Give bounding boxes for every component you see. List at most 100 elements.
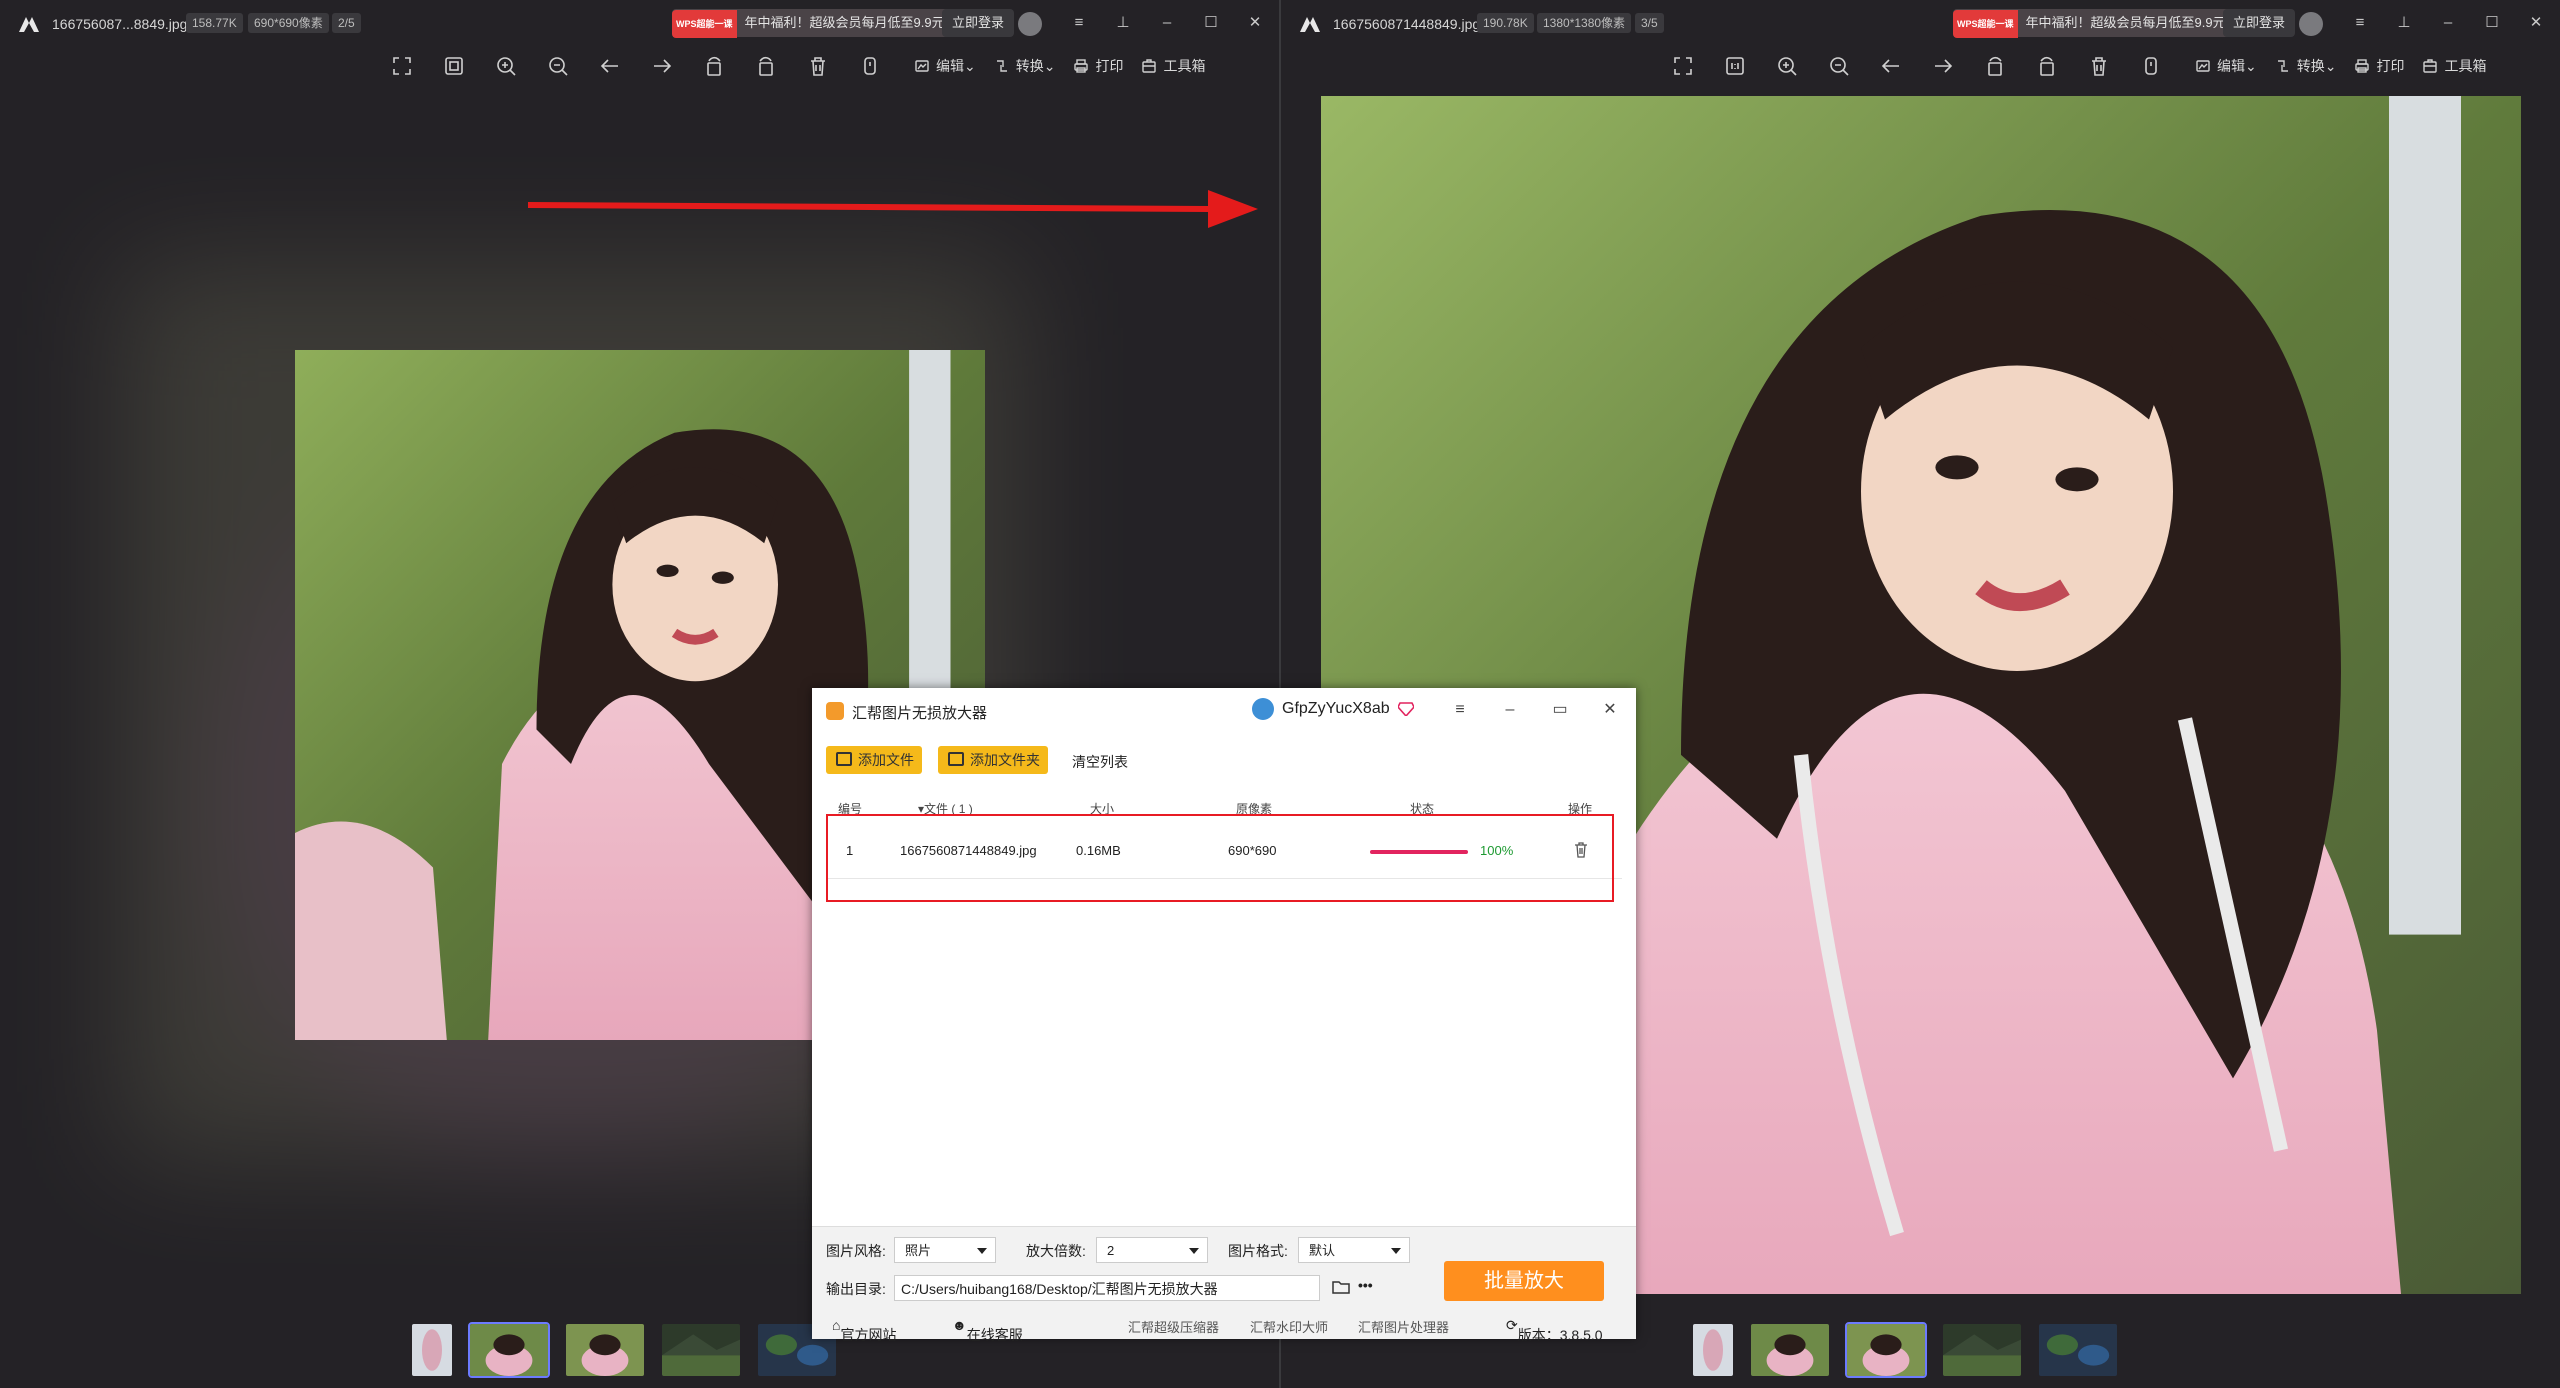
add-folder-button[interactable]: 添加文件夹 <box>938 746 1048 774</box>
upscaler-logo-icon <box>826 702 844 720</box>
rotate-right-icon[interactable] <box>2021 50 2073 82</box>
version-label: ⟳ 版本：3.8.5.0 <box>1506 1317 1603 1343</box>
minimize-icon[interactable]: – <box>1496 698 1524 722</box>
delete-icon[interactable] <box>2073 50 2125 82</box>
image-processor-link[interactable]: 汇帮图片处理器 <box>1358 1317 1449 1336</box>
scale-select[interactable]: 2 <box>1096 1237 1208 1263</box>
pin-icon[interactable]: ⊥ <box>2391 10 2417 36</box>
menu-icon[interactable]: ≡ <box>1446 698 1474 722</box>
app-titlebar: 汇帮图片无损放大器 GfpZyYucX8ab ≡ – ▭ ✕ <box>812 688 1636 732</box>
close-icon[interactable]: ✕ <box>1242 10 1268 36</box>
next-arrow-icon[interactable] <box>636 50 688 82</box>
version-text: 版本：3.8.5.0 <box>1517 1327 1603 1343</box>
edit-menu[interactable]: 编辑 ⌄ <box>2195 56 2257 76</box>
toolbox-button[interactable]: 工具箱 <box>2422 56 2486 76</box>
user-avatar-icon[interactable] <box>2299 12 2323 36</box>
fullscreen-icon[interactable] <box>376 50 428 82</box>
add-file-button[interactable]: 添加文件 <box>826 746 922 774</box>
maximize-icon[interactable]: ☐ <box>1198 10 1224 36</box>
format-select[interactable]: 默认 <box>1298 1237 1410 1263</box>
convert-menu[interactable]: 转换 ⌄ <box>2275 56 2336 76</box>
fullscreen-icon[interactable] <box>1657 50 1709 82</box>
login-button[interactable]: 立即登录 <box>942 9 1015 37</box>
rotate-left-icon[interactable] <box>688 50 740 82</box>
style-select[interactable]: 照片 <box>894 1237 996 1263</box>
thumbnail-3[interactable] <box>564 1322 646 1378</box>
minimize-icon[interactable]: – <box>1154 10 1180 36</box>
watermark-link[interactable]: 汇帮水印大师 <box>1250 1317 1328 1336</box>
next-arrow-icon[interactable] <box>1917 50 1969 82</box>
info-icon[interactable] <box>844 50 896 82</box>
website-link[interactable]: ⌂ 官方网站 <box>832 1317 896 1343</box>
maximize-icon[interactable]: ☐ <box>2479 10 2505 36</box>
settings-panel: 图片风格: 照片 放大倍数: 2 图片格式: 默认 输出目录: C:/Users… <box>812 1226 1636 1343</box>
clear-list-button[interactable]: 清空列表 <box>1072 752 1128 772</box>
style-value: 照片 <box>905 1243 932 1258</box>
right-thumbnail-strip <box>1691 1322 2119 1378</box>
info-icon[interactable] <box>2125 50 2177 82</box>
promo-text: 年中福利！超级会员每月低至9.9元 <box>2025 15 2226 30</box>
login-button[interactable]: 立即登录 <box>2223 9 2296 37</box>
minimize-icon[interactable]: – <box>2435 10 2461 36</box>
pin-icon[interactable]: ⊥ <box>1110 10 1136 36</box>
filename-label: 1667560871448849.jpg <box>1333 16 1481 32</box>
menu-icon[interactable]: ≡ <box>2347 10 2373 36</box>
batch-upscale-button[interactable]: 批量放大 <box>1444 1261 1604 1301</box>
edit-label: 编辑 <box>2217 58 2245 74</box>
zoom-out-icon[interactable] <box>1813 50 1865 82</box>
vip-diamond-icon <box>1397 702 1414 716</box>
app-title: 汇帮图片无损放大器 <box>852 705 988 722</box>
add-file-icon <box>836 752 852 766</box>
scale-label: 放大倍数: <box>1026 1243 1086 1259</box>
delete-icon[interactable] <box>792 50 844 82</box>
folder-icon[interactable] <box>1332 1279 1350 1295</box>
actual-size-icon[interactable] <box>1709 50 1761 82</box>
maximize-icon[interactable]: ▭ <box>1546 698 1574 722</box>
right-toolbar: 编辑 ⌄ 转换 ⌄ 打印 工具箱 <box>1657 50 2486 82</box>
zoom-out-icon[interactable] <box>532 50 584 82</box>
thumbnail-1[interactable] <box>410 1322 454 1378</box>
previous-arrow-icon[interactable] <box>584 50 636 82</box>
output-label: 输出目录: <box>826 1281 886 1297</box>
user-info[interactable]: GfpZyYucX8ab <box>1252 698 1414 720</box>
thumbnail-2[interactable] <box>1749 1322 1831 1378</box>
website-label: 官方网站 <box>840 1327 897 1343</box>
toolbox-button[interactable]: 工具箱 <box>1141 56 1205 76</box>
output-path-field[interactable]: C:/Users/huibang168/Desktop/汇帮图片无损放大器 <box>894 1275 1320 1301</box>
thumbnail-4[interactable] <box>660 1322 742 1378</box>
format-value: 默认 <box>1309 1243 1336 1258</box>
rotate-left-icon[interactable] <box>1969 50 2021 82</box>
close-icon[interactable]: ✕ <box>2523 10 2549 36</box>
wps-badge: WPS超能一课 <box>1953 10 2018 38</box>
left-titlebar: 166756087...8849.jpg 158.77K 690*690像素 2… <box>0 0 1279 48</box>
promo-banner[interactable]: WPS超能一课 年中福利！超级会员每月低至9.9元 <box>1953 9 2240 38</box>
service-label: 在线客服 <box>966 1327 1023 1343</box>
convert-menu[interactable]: 转换 ⌄ <box>994 56 1055 76</box>
user-avatar-icon[interactable] <box>1018 12 1042 36</box>
red-arrow-annotation <box>528 190 1258 228</box>
thumbnail-5[interactable] <box>2037 1322 2119 1378</box>
print-button[interactable]: 打印 <box>2354 56 2404 76</box>
print-label: 打印 <box>1095 58 1124 74</box>
menu-icon[interactable]: ≡ <box>1066 10 1092 36</box>
thumbnail-1[interactable] <box>1691 1322 1735 1378</box>
index-badge: 2/5 <box>332 13 361 33</box>
edit-menu[interactable]: 编辑 ⌄ <box>914 56 976 76</box>
convert-label: 转换 <box>2296 58 2325 74</box>
zoom-in-icon[interactable] <box>1761 50 1813 82</box>
rotate-right-icon[interactable] <box>740 50 792 82</box>
service-link[interactable]: ☻ 在线客服 <box>952 1317 1023 1343</box>
thumbnail-4[interactable] <box>1941 1322 2023 1378</box>
fit-window-icon[interactable] <box>428 50 480 82</box>
previous-arrow-icon[interactable] <box>1865 50 1917 82</box>
more-options-button[interactable]: ••• <box>1358 1277 1373 1293</box>
compressor-link[interactable]: 汇帮超级压缩器 <box>1128 1317 1219 1336</box>
dimensions-badge: 690*690像素 <box>248 13 329 33</box>
zoom-in-icon[interactable] <box>480 50 532 82</box>
print-button[interactable]: 打印 <box>1073 56 1123 76</box>
thumbnail-3[interactable] <box>1845 1322 1927 1378</box>
promo-banner[interactable]: WPS超能一课 年中福利！超级会员每月低至9.9元 <box>672 9 959 38</box>
thumbnail-2[interactable] <box>468 1322 550 1378</box>
wps-badge: WPS超能一课 <box>672 10 737 38</box>
close-icon[interactable]: ✕ <box>1596 698 1624 722</box>
